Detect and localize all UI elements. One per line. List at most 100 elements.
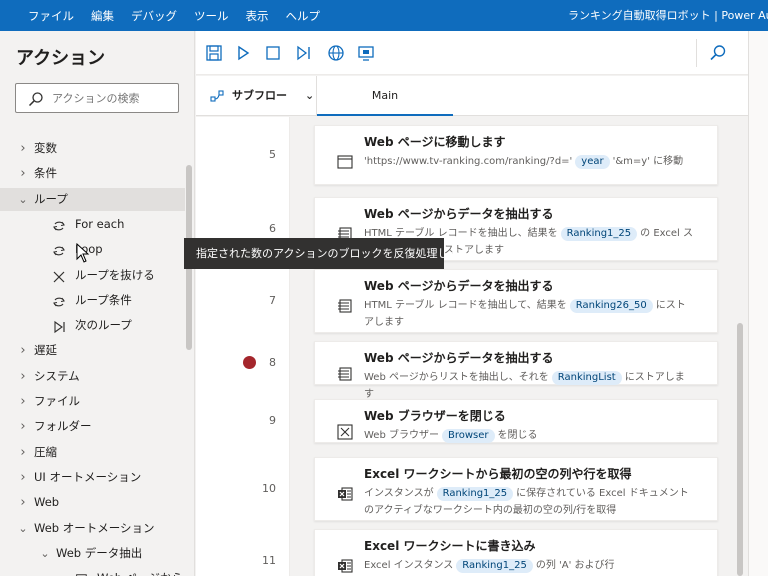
chevron-down-icon[interactable]: ⌄ — [40, 542, 50, 565]
action-title: Web ページからデータを抽出する — [364, 279, 554, 293]
browser-icon — [337, 154, 353, 170]
step-icon[interactable] — [294, 43, 314, 63]
mouse-cursor-icon — [76, 243, 90, 263]
tree-item[interactable]: ⌄ Web オートメーション — [0, 517, 185, 540]
run-icon[interactable] — [233, 43, 253, 63]
tree-item[interactable]: › Web — [0, 491, 185, 514]
tree-item[interactable]: ⌄ Web データ抽出 — [0, 542, 185, 565]
action-search-input[interactable] — [52, 89, 174, 107]
tree-item-label: ファイル — [34, 394, 80, 408]
variable-tag[interactable]: Browser — [441, 429, 495, 443]
tree-item[interactable]: ループ条件 — [0, 289, 185, 312]
chevron-right-icon[interactable]: › — [18, 162, 28, 185]
flow-scrollbar[interactable] — [737, 323, 743, 576]
action-title: Web ブラウザーを閉じる — [364, 409, 506, 423]
tree-item[interactable]: Web ページから... — [0, 567, 194, 576]
actions-title: アクション — [16, 48, 106, 69]
chevron-right-icon[interactable]: › — [18, 491, 28, 514]
action-search-box[interactable] — [15, 83, 179, 113]
subflow-dropdown[interactable]: サブフロー ⌄ — [210, 76, 314, 116]
line-number: 8 — [269, 356, 276, 369]
chevron-right-icon[interactable]: › — [18, 137, 28, 160]
line-number-gutter[interactable]: 5 6 7 8 9 10 11 — [196, 117, 290, 576]
tree-item[interactable]: › 変数 — [0, 137, 185, 160]
variable-tag[interactable]: RankingList — [551, 371, 622, 385]
tree-item-label: ループを抜ける — [75, 267, 155, 282]
menu-help[interactable]: ヘルプ — [286, 8, 321, 24]
tree-item-label: Web — [34, 495, 60, 510]
tree-item-label: フォルダー — [34, 419, 92, 434]
close-browser-icon — [337, 424, 353, 440]
tree-item[interactable]: ⌄ ループ — [0, 187, 185, 211]
chevron-right-icon[interactable]: › — [18, 365, 28, 388]
tree-item[interactable]: › フォルダー — [0, 415, 185, 438]
breakpoint-icon[interactable] — [243, 356, 256, 369]
description-text: を閉じる — [497, 430, 538, 441]
toolbar-separator — [696, 39, 697, 67]
search-icon[interactable] — [708, 43, 728, 63]
variable-tag[interactable]: year — [575, 155, 610, 169]
description-text: 'https://www.tv-ranking.com/ranking/?d=' — [364, 156, 573, 167]
chevron-right-icon[interactable]: › — [18, 339, 28, 362]
tree-item[interactable]: › システム — [0, 365, 185, 388]
menu-bar: ファイル 編集 デバッグ ツール 表示 ヘルプ — [28, 0, 337, 31]
web-recorder-icon[interactable] — [326, 43, 346, 63]
action-card[interactable]: Web ページからデータを抽出する Web ページからリストを抽出し、それを Ran… — [314, 341, 718, 400]
action-title: Web ページからデータを抽出する — [364, 207, 554, 221]
menu-file[interactable]: ファイル — [28, 8, 74, 24]
tree-item[interactable]: Loop — [0, 238, 185, 261]
tree-item[interactable]: For each — [0, 213, 185, 236]
chevron-right-icon[interactable]: › — [18, 441, 28, 464]
tree-item-label: Web データ抽出 — [56, 545, 143, 560]
chevron-down-icon[interactable]: ⌄ — [18, 188, 28, 211]
tree-item[interactable]: 次のループ — [0, 314, 185, 337]
action-description: 'https://www.tv-ranking.com/ranking/?d='… — [364, 153, 694, 170]
action-card[interactable]: Web ページに移動します 'https://www.tv-ranking.com… — [314, 125, 718, 185]
tree-item-label: Web オートメーション — [34, 520, 155, 535]
menu-view[interactable]: 表示 — [246, 8, 269, 24]
variables-pane-collapsed[interactable] — [748, 31, 768, 576]
chevron-right-icon[interactable]: › — [18, 415, 28, 438]
tree-item-label: UI オートメーション — [34, 469, 142, 484]
line-number: 11 — [262, 554, 276, 567]
tree-item[interactable]: › 遅延 — [0, 339, 185, 362]
action-title: Excel ワークシートから最初の空の列や行を取得 — [364, 467, 632, 481]
tree-item[interactable]: › ファイル — [0, 390, 185, 413]
action-description: Web ページからリストを抽出し、それを RankingList にストアします — [364, 369, 694, 403]
line-number: 6 — [269, 222, 276, 235]
tab-main[interactable]: Main — [317, 76, 453, 116]
tree-item[interactable]: › 条件 — [0, 162, 185, 185]
tree-item[interactable]: › UI オートメーション — [0, 466, 185, 489]
variable-tag[interactable]: Ranking1_25 — [456, 559, 533, 573]
extract-icon — [337, 366, 353, 382]
tree-item-label: For each — [75, 216, 125, 231]
menu-tools[interactable]: ツール — [194, 8, 229, 24]
variable-tag[interactable]: Ranking1_25 — [436, 487, 514, 501]
line-number: 9 — [269, 414, 276, 427]
action-description: インスタンスが Ranking1_25 に保存されている Excel ドキュメントの… — [364, 485, 694, 519]
variable-tag[interactable]: Ranking1_25 — [560, 227, 638, 241]
description-text: Excel インスタンス — [364, 560, 454, 571]
action-card[interactable]: Web ブラウザーを閉じる Web ブラウザー Browser を閉じる — [314, 399, 718, 443]
stop-icon[interactable] — [263, 43, 283, 63]
save-icon[interactable] — [204, 43, 224, 63]
menu-edit[interactable]: 編集 — [91, 8, 114, 24]
action-card[interactable]: Excel ワークシートから最初の空の列や行を取得インスタンスが Ranking1… — [314, 457, 718, 521]
description-text: '&m=y' に移動 — [612, 156, 684, 167]
extract-icon — [74, 572, 88, 576]
tree-item-label: ループ — [34, 191, 68, 206]
designer-toolbar — [196, 31, 748, 75]
chevron-right-icon[interactable]: › — [18, 466, 28, 489]
chevron-down-icon[interactable]: ⌄ — [18, 517, 28, 540]
tree-item[interactable]: › 圧縮 — [0, 441, 185, 464]
tree-item[interactable]: ループを抜ける — [0, 264, 185, 287]
action-card[interactable]: Web ページからデータを抽出する HTML テーブル レコードを抽出して、結果を… — [314, 269, 718, 333]
desktop-recorder-icon[interactable] — [356, 43, 376, 63]
variable-tag[interactable]: Ranking26_50 — [569, 299, 653, 313]
action-description: HTML テーブル レコードを抽出して、結果を Ranking26_50 にストアし… — [364, 297, 694, 331]
menu-debug[interactable]: デバッグ — [131, 8, 177, 24]
action-card[interactable]: Excel ワークシートに書き込み Excel インスタンス Ranking1_25… — [314, 529, 718, 576]
tree-item-label: 変数 — [34, 141, 57, 155]
flow-canvas: 5 6 7 8 9 10 11 Web ページに移動します 'https://www.tv-r… — [196, 117, 748, 576]
chevron-right-icon[interactable]: › — [18, 390, 28, 413]
